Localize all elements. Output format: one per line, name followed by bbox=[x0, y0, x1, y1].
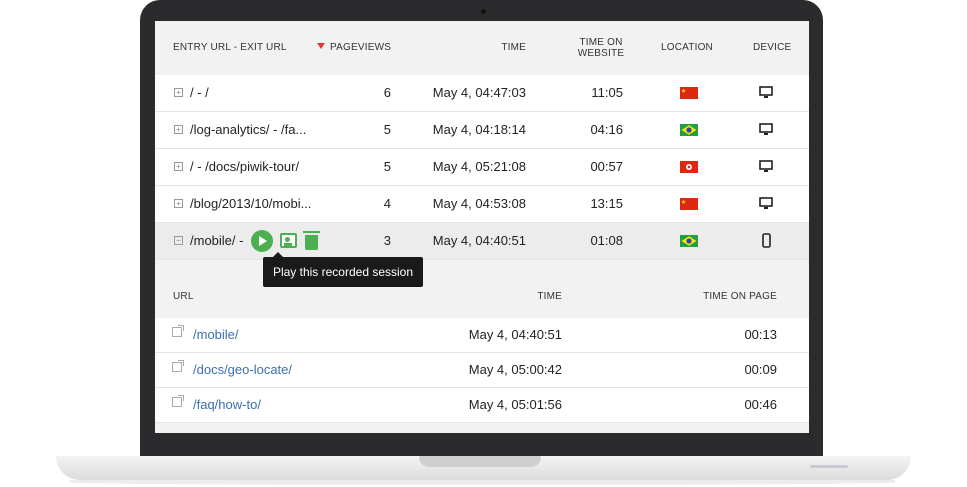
pages-table-header: URL TIME TIME ON PAGE bbox=[155, 274, 809, 319]
time-on-website-header[interactable]: TIME ON WEBSITE bbox=[573, 37, 629, 59]
visit-time: May 4, 04:40:51 bbox=[432, 233, 526, 248]
desktop-icon bbox=[759, 160, 773, 172]
visit-duration: 11:05 bbox=[591, 85, 623, 100]
visit-row[interactable]: + / - / 6 May 4, 04:47:03 11:05 bbox=[155, 75, 809, 112]
visitor-profile-button[interactable] bbox=[280, 233, 297, 248]
sort-desc-icon bbox=[317, 43, 325, 49]
page-time-header[interactable]: TIME bbox=[485, 291, 562, 302]
laptop-notch bbox=[419, 456, 541, 467]
visit-row-expanded[interactable]: − /mobile/ - 3 May 4, 04:40:51 01:08 bbox=[155, 223, 809, 260]
desktop-icon bbox=[759, 123, 773, 135]
visit-pageviews: 6 bbox=[383, 85, 391, 100]
visit-duration: 01:08 bbox=[590, 233, 623, 248]
delete-button[interactable] bbox=[303, 231, 320, 250]
brazil-flag-icon bbox=[680, 235, 698, 247]
visit-pageviews: 4 bbox=[383, 196, 391, 211]
hong-kong-flag-icon bbox=[680, 161, 698, 173]
page-time: May 4, 04:40:51 bbox=[468, 327, 562, 342]
visit-row[interactable]: + /blog/2013/10/mobi... 4 May 4, 04:53:0… bbox=[155, 186, 809, 223]
desktop-icon bbox=[759, 197, 773, 209]
brazil-flag-icon bbox=[680, 124, 698, 136]
screen: ENTRY URL - EXIT URL PAGEVIEWS TIME TIME… bbox=[155, 21, 809, 433]
visit-row[interactable]: + / - /docs/piwik-tour/ 5 May 4, 05:21:0… bbox=[155, 149, 809, 186]
visit-time: May 4, 04:47:03 bbox=[432, 85, 526, 100]
page-duration: 00:46 bbox=[744, 397, 777, 412]
entry-exit-url-header[interactable]: ENTRY URL - EXIT URL bbox=[173, 42, 287, 53]
play-session-tooltip: Play this recorded session bbox=[263, 252, 423, 287]
laptop-indicator bbox=[810, 465, 848, 468]
location-header[interactable]: LOCATION bbox=[661, 42, 713, 53]
visits-table-header: ENTRY URL - EXIT URL PAGEVIEWS TIME TIME… bbox=[155, 21, 809, 76]
page-time: May 4, 05:01:56 bbox=[468, 397, 562, 412]
collapse-icon[interactable]: − bbox=[174, 236, 183, 245]
visit-url: / - / bbox=[190, 85, 209, 100]
page-duration: 00:09 bbox=[744, 362, 777, 377]
visit-url: /blog/2013/10/mobi... bbox=[190, 196, 312, 211]
page-url-link[interactable]: /docs/geo-locate/ bbox=[193, 353, 292, 387]
visit-time: May 4, 05:21:08 bbox=[432, 159, 526, 174]
visit-time: May 4, 04:53:08 bbox=[432, 196, 526, 211]
china-flag-icon bbox=[680, 87, 698, 99]
external-link-icon[interactable] bbox=[172, 395, 184, 407]
page-row[interactable]: /mobile/ May 4, 04:40:51 00:13 bbox=[155, 318, 809, 353]
visit-url: /log-analytics/ - /fa... bbox=[190, 122, 307, 137]
external-link-icon[interactable] bbox=[172, 325, 184, 337]
visit-pageviews: 5 bbox=[383, 159, 391, 174]
china-flag-icon bbox=[680, 198, 698, 210]
visit-url: / - /docs/piwik-tour/ bbox=[190, 159, 300, 174]
expand-icon[interactable]: + bbox=[174, 125, 183, 134]
device-header[interactable]: DEVICE bbox=[753, 42, 791, 53]
page-row[interactable]: /faq/how-to/ May 4, 05:01:56 00:46 bbox=[155, 388, 809, 423]
pageviews-header-label: PAGEVIEWS bbox=[330, 42, 392, 53]
play-session-button[interactable] bbox=[251, 230, 273, 252]
external-link-icon[interactable] bbox=[172, 360, 184, 372]
page-row[interactable]: /docs/geo-locate/ May 4, 05:00:42 00:09 bbox=[155, 353, 809, 388]
time-on-page-header[interactable]: TIME ON PAGE bbox=[675, 291, 777, 302]
visit-url: /mobile/ - bbox=[190, 233, 244, 248]
page-duration: 00:13 bbox=[744, 327, 777, 342]
visit-duration: 13:15 bbox=[590, 196, 623, 211]
desktop-icon bbox=[759, 86, 773, 98]
smartphone-icon bbox=[762, 233, 771, 248]
visit-pageviews: 5 bbox=[383, 122, 391, 137]
time-header[interactable]: TIME bbox=[455, 42, 526, 53]
page-url-link[interactable]: /mobile/ bbox=[193, 318, 239, 352]
expand-icon[interactable]: + bbox=[174, 199, 183, 208]
url-header[interactable]: URL bbox=[173, 291, 194, 302]
expand-icon[interactable]: + bbox=[174, 88, 183, 97]
expand-icon[interactable]: + bbox=[174, 162, 183, 171]
page-url-link[interactable]: /faq/how-to/ bbox=[193, 388, 261, 422]
visit-row[interactable]: + /log-analytics/ - /fa... 5 May 4, 04:1… bbox=[155, 112, 809, 149]
visit-duration: 00:57 bbox=[590, 159, 623, 174]
laptop-shadow bbox=[70, 480, 895, 485]
page-time: May 4, 05:00:42 bbox=[468, 362, 562, 377]
visit-duration: 04:16 bbox=[590, 122, 623, 137]
camera-icon bbox=[481, 9, 486, 14]
visit-pageviews: 3 bbox=[383, 233, 391, 248]
visit-time: May 4, 04:18:14 bbox=[432, 122, 526, 137]
pageviews-header[interactable]: PAGEVIEWS bbox=[317, 42, 391, 53]
